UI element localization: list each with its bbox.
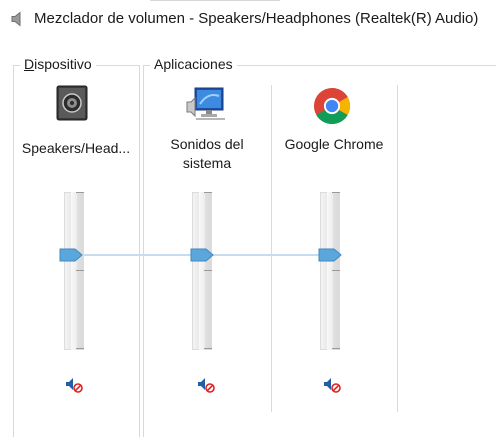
chrome-icon[interactable] <box>313 87 351 125</box>
slider-tick <box>332 270 340 271</box>
channel-name-line: sistema <box>182 155 232 171</box>
slider-thumb[interactable] <box>318 248 342 262</box>
slider-track-core <box>327 192 333 350</box>
slider-tick <box>332 192 340 193</box>
channel-name-system: Sonidos del sistema <box>145 135 269 173</box>
slider-tick <box>332 348 340 349</box>
device-group-label: Dispositivo <box>20 56 96 72</box>
slider-thumb[interactable] <box>59 248 83 262</box>
channel-divider <box>397 85 398 412</box>
system-sounds-icon[interactable] <box>186 86 226 122</box>
slider-track-core <box>199 192 205 350</box>
slider-track-core <box>71 192 77 350</box>
device-label-rest: ispositivo <box>34 56 92 72</box>
slider-tick <box>76 192 84 193</box>
mute-button-speakers[interactable] <box>64 375 84 395</box>
volume-slider-speakers[interactable] <box>59 192 86 350</box>
device-label-mnemonic: D <box>24 56 35 72</box>
slider-tick <box>204 270 212 271</box>
volume-slider-chrome[interactable] <box>318 192 342 350</box>
channel-divider <box>271 85 272 412</box>
slider-tick <box>204 348 212 349</box>
title-bar[interactable]: Mezclador de volumen - Speakers/Headphon… <box>0 0 496 40</box>
channel-name-speakers: Speakers/Head... <box>15 139 137 158</box>
background-window-edge <box>150 0 280 1</box>
speaker-icon <box>11 11 21 27</box>
channel-name-chrome: Google Chrome <box>273 135 395 154</box>
slider-tick <box>76 270 84 271</box>
applications-group-label: Aplicaciones <box>150 56 237 72</box>
slider-tick <box>204 192 212 193</box>
volume-slider-system[interactable] <box>190 192 214 350</box>
channel-name-line: Sonidos del <box>170 136 244 152</box>
window-title: Mezclador de volumen - Speakers/Headphon… <box>34 10 479 27</box>
slider-thumb[interactable] <box>190 248 214 262</box>
channel-name-line: Speakers/Head... <box>21 140 131 156</box>
mute-button-chrome[interactable] <box>322 375 342 395</box>
slider-tick <box>76 348 84 349</box>
speaker-device-icon[interactable] <box>56 85 88 121</box>
mute-button-system[interactable] <box>196 375 216 395</box>
channel-name-line: Google Chrome <box>284 136 384 152</box>
